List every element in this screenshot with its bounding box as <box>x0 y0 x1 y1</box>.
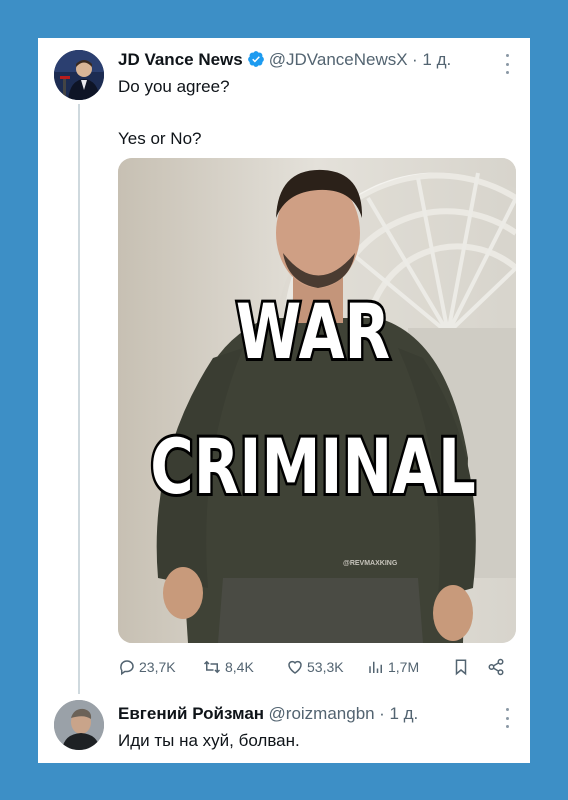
reply-author-handle[interactable]: @roizmangbn <box>269 704 375 723</box>
tweet-text-line-1: Do you agree? <box>118 77 230 96</box>
reply-button[interactable]: 23,7K <box>118 658 176 676</box>
like-count: 53,3K <box>307 659 344 675</box>
reply-author-name[interactable]: Евгений Ройзман <box>118 704 264 723</box>
image-text-war: WAR <box>236 289 390 377</box>
tweet-time[interactable]: · 1 д. <box>412 50 451 69</box>
reply-text: Иди ты на хуй, болван. <box>118 731 300 750</box>
reply-more-icon[interactable] <box>498 708 516 728</box>
share-icon <box>486 658 506 676</box>
like-icon <box>286 658 304 676</box>
bookmark-icon <box>452 658 470 676</box>
reply-time[interactable]: · 1 д. <box>379 704 418 723</box>
thread-line <box>78 104 80 694</box>
author-avatar[interactable] <box>54 50 104 100</box>
reply-author-avatar[interactable] <box>54 700 104 750</box>
retweet-count: 8,4K <box>225 659 254 675</box>
bookmark-button[interactable] <box>452 658 470 676</box>
views-count: 1,7M <box>388 659 420 675</box>
like-button[interactable]: 53,3K <box>286 658 344 676</box>
tweet-text-line-2: Yes or No? <box>118 129 202 148</box>
more-icon[interactable] <box>498 54 516 74</box>
author-name[interactable]: JD Vance News <box>118 50 243 69</box>
image-text-criminal: CRIMINAL <box>150 424 475 512</box>
reply-count: 23,7K <box>139 659 176 675</box>
tweet-header: JD Vance News @JDVanceNewsX · 1 д. <box>118 50 451 73</box>
tweet-image[interactable]: @REVMAXKING WAR CRIMINAL <box>118 158 516 643</box>
tweet-image-art: @REVMAXKING WAR CRIMINAL <box>118 158 516 643</box>
image-watermark: @REVMAXKING <box>343 560 398 567</box>
retweet-button[interactable]: 8,4K <box>202 658 254 676</box>
reply-header: Евгений Ройзман @roizmangbn · 1 д. <box>118 704 418 724</box>
views-button[interactable]: 1,7M <box>367 658 419 676</box>
tweet-card: JD Vance News @JDVanceNewsX · 1 д. Do you… <box>38 38 530 763</box>
verified-badge-icon <box>247 50 265 73</box>
reply-icon <box>118 658 136 676</box>
share-button[interactable] <box>486 658 506 676</box>
retweet-icon <box>202 658 222 676</box>
views-icon <box>367 658 385 676</box>
author-handle[interactable]: @JDVanceNewsX <box>269 50 408 69</box>
tweet-actions: 23,7K 8,4K 53,3K 1,7M <box>118 658 516 680</box>
